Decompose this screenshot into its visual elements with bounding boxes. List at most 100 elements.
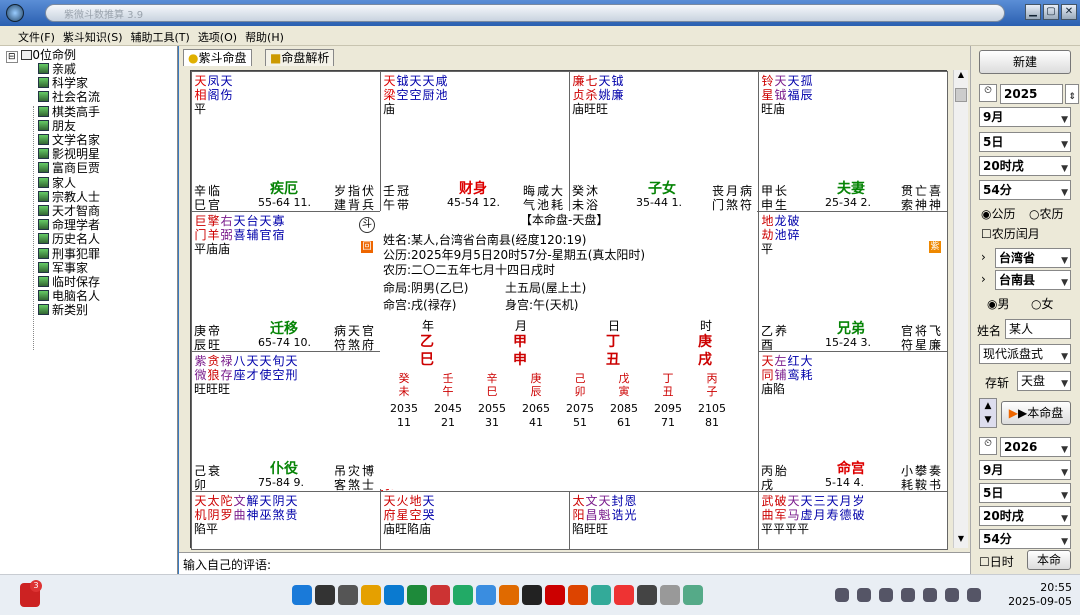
search-icon[interactable]	[315, 585, 335, 605]
app-icon[interactable]	[522, 585, 542, 605]
solar-radio[interactable]: ◉公历	[981, 205, 1016, 222]
app-icon[interactable]	[476, 585, 496, 605]
menu-file[interactable]: 文件(F)	[14, 26, 59, 45]
wifi-icon[interactable]	[923, 588, 937, 602]
menu-help[interactable]: 帮助(H)	[241, 26, 288, 45]
edge-icon[interactable]	[384, 585, 404, 605]
tree-item[interactable]: 新类别	[38, 303, 88, 317]
year-field[interactable]: 2025	[1000, 84, 1063, 104]
month2-select[interactable]: 9月 ▼	[979, 460, 1071, 480]
store-icon[interactable]	[407, 585, 427, 605]
hui-icon[interactable]: 回	[361, 241, 373, 253]
explorer-icon[interactable]	[361, 585, 381, 605]
menu-options[interactable]: 选项(O)	[194, 26, 241, 45]
windows-start-icon[interactable]	[292, 585, 312, 605]
year-spin[interactable]: ⇕	[1065, 84, 1079, 104]
tree-item[interactable]: 临时保存	[38, 275, 100, 289]
female-radio[interactable]: ○女	[1031, 295, 1054, 312]
tree-item[interactable]: 天才智商	[38, 204, 100, 218]
app-icon[interactable]	[499, 585, 519, 605]
zi-icon[interactable]: 紫	[929, 241, 941, 253]
palace-cell-mao[interactable]: 紫微贪狼禄存八座天才天使旬空天刑旺旺旺 仆役己卯衰吊客灾煞博士 75-84 9.	[191, 351, 381, 492]
tree-item[interactable]: 家人	[38, 176, 76, 190]
app-icon[interactable]	[637, 585, 657, 605]
app-icon[interactable]	[545, 585, 565, 605]
tree-item[interactable]: 社会名流	[38, 90, 100, 104]
tree-item[interactable]: 朋友	[38, 119, 76, 133]
app-icon[interactable]	[568, 585, 588, 605]
bening-button[interactable]: 本命	[1027, 550, 1071, 570]
comment-input[interactable]: 输入自己的评语:	[179, 552, 970, 574]
tree-item[interactable]: 富商巨贾	[38, 161, 100, 175]
chevron-up-icon[interactable]	[835, 588, 849, 602]
volume-icon[interactable]	[945, 588, 959, 602]
lunar-radio[interactable]: ○农历	[1029, 205, 1064, 222]
menu-tools[interactable]: 辅助工具(T)	[127, 26, 194, 45]
tree-item[interactable]: 棋类高手	[38, 105, 100, 119]
palace-cell-wu[interactable]: 天梁钺空天空天厨咸池庙财身壬午冠带晦气咸池大耗 45-54 12.	[380, 71, 570, 212]
app-icon[interactable]	[591, 585, 611, 605]
app-icon[interactable]	[901, 588, 915, 602]
calendar2-icon[interactable]: ⏲	[979, 437, 997, 455]
clock[interactable]: 20:55 2025-09-05	[1008, 581, 1072, 609]
leap-checkbox[interactable]: ☐农历闰月	[981, 225, 1040, 242]
app-icon[interactable]	[660, 585, 680, 605]
scroll-down-icon[interactable]: ▼	[954, 534, 968, 548]
mail-icon[interactable]	[430, 585, 450, 605]
save-select[interactable]: 天盘 ▼	[1017, 371, 1071, 391]
app-icon[interactable]	[453, 585, 473, 605]
new-button[interactable]: 新建	[979, 50, 1071, 74]
palace-cell-yin[interactable]: 天机太阴陀罗文曲解神天巫阴煞天贵陷平	[191, 491, 381, 550]
name-input[interactable]: 某人	[1005, 319, 1071, 339]
minute2-select[interactable]: 54分 ▼	[979, 529, 1071, 549]
palace-cell-wei[interactable]: 廉贞七杀天姚钺廉庙旺旺 子女癸未沐浴丧门月煞病符 35-44 1.	[569, 71, 759, 212]
benming-button[interactable]: ▶▶本命盘	[1001, 401, 1071, 425]
day-select[interactable]: 5日 ▼	[979, 132, 1071, 152]
tree-item[interactable]: 科学家	[38, 76, 88, 90]
tree-root[interactable]: ⊟ 0位命例	[6, 48, 76, 63]
palace-cell-si[interactable]: 天相凤阁天伤平疾厄辛巳临官岁建指背伏兵 55-64 11.	[191, 71, 381, 212]
province-select[interactable]: 台湾省 ▼	[995, 248, 1071, 268]
tree-item[interactable]: 命理学者	[38, 218, 100, 232]
tree-item[interactable]: 文学名家	[38, 133, 100, 147]
tree-item[interactable]: 军事家	[38, 261, 88, 275]
maximize-icon[interactable]: ▢	[1043, 4, 1059, 20]
province-expand-icon[interactable]: ›	[981, 250, 986, 264]
day2-select[interactable]: 5日 ▼	[979, 483, 1071, 503]
battery-icon[interactable]	[967, 588, 981, 602]
palace-cell-chen[interactable]: 巨门擎羊右弼天喜台辅天官寡宿平庙庙 迁移庚辰帝旺病符天煞官府 65-74 10.	[191, 211, 381, 352]
palace-cell-hai[interactable]: 武曲破军天马天虚三月天寿月德岁破平平平平	[758, 491, 948, 550]
close-icon[interactable]: ✕	[1061, 4, 1077, 20]
scroll-up-icon[interactable]: ▲	[954, 70, 968, 84]
calendar-icon[interactable]: ⏲	[979, 84, 997, 102]
tree-item[interactable]: 宗教人士	[38, 190, 100, 204]
menu-knowledge[interactable]: 紫斗知识(S)	[59, 26, 127, 45]
app-icon[interactable]	[614, 585, 634, 605]
tree-item[interactable]: 刑事犯罪	[38, 247, 100, 261]
month-select[interactable]: 9月 ▼	[979, 107, 1071, 127]
tree-item[interactable]: 亲戚	[38, 62, 76, 76]
tab-chart[interactable]: ●紫斗命盘	[183, 49, 252, 66]
rishi-checkbox[interactable]: ☐日时	[979, 553, 1014, 570]
county-select[interactable]: 台南县 ▼	[995, 270, 1071, 290]
chart-scrollbar[interactable]: ▲ ▼	[953, 70, 968, 548]
task-view-icon[interactable]	[338, 585, 358, 605]
minute-select[interactable]: 54分 ▼	[979, 180, 1071, 200]
tree-item[interactable]: 影视明星	[38, 147, 100, 161]
scroll-thumb[interactable]	[955, 88, 967, 102]
tree-item[interactable]: 历史名人	[38, 232, 100, 246]
tree-item[interactable]: 电脑名人	[38, 289, 100, 303]
male-radio[interactable]: ◉男	[987, 295, 1010, 312]
app-icon[interactable]	[6, 4, 24, 22]
dou-icon[interactable]: 斗	[359, 217, 375, 233]
palace-cell-shen[interactable]: 铃星天钺天福孤辰旺庙 夫妻甲申长生贯索亡神喜神 25-34 2.	[758, 71, 948, 212]
palace-cell-zi[interactable]: 太阳文昌天魁封诰恩光陷旺旺	[569, 491, 759, 550]
cloud-icon[interactable]	[857, 588, 871, 602]
tab-analysis[interactable]: ■命盘解析	[265, 49, 335, 66]
hour-select[interactable]: 20时戌 ▼	[979, 156, 1071, 176]
minimize-icon[interactable]: ▁	[1025, 4, 1041, 20]
ime-icon[interactable]	[879, 588, 893, 602]
spin-icon[interactable]: ▲ ▼	[979, 398, 997, 428]
hour2-select[interactable]: 20时戌 ▼	[979, 506, 1071, 526]
county-expand-icon[interactable]: ›	[981, 272, 986, 286]
